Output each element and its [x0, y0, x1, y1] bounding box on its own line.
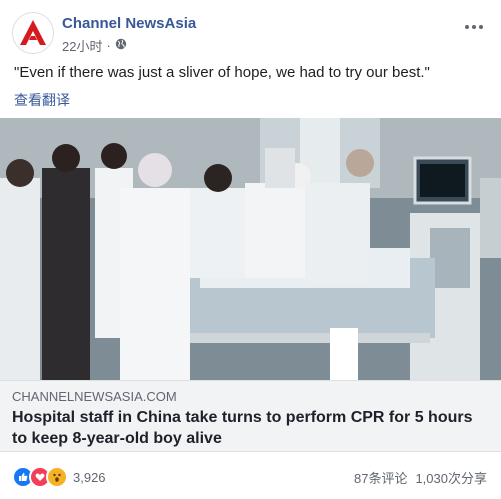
meta-separator: ·: [106, 38, 111, 53]
reactions-summary[interactable]: 3,926: [12, 466, 106, 488]
link-preview[interactable]: CHANNELNEWSASIA.COM Hospital staff in Ch…: [0, 380, 501, 452]
post-meta: 22小时 ·: [62, 36, 127, 55]
wow-reaction-icon: [46, 466, 68, 488]
page-name-link[interactable]: Channel NewsAsia: [62, 15, 196, 32]
shares-count-link[interactable]: 1,030次分享: [415, 468, 487, 487]
engagement-counts: 87条评论 1,030次分享: [354, 468, 487, 487]
comments-count-link[interactable]: 87条评论: [354, 468, 407, 487]
more-options-icon[interactable]: [464, 14, 484, 35]
channel-newsasia-logo[interactable]: [12, 12, 54, 54]
post-photo[interactable]: [0, 118, 501, 380]
post-timestamp[interactable]: 22小时: [62, 36, 102, 55]
reaction-count[interactable]: 3,926: [73, 470, 106, 485]
link-domain: CHANNELNEWSASIA.COM: [12, 389, 177, 404]
post-caption: "Even if there was just a sliver of hope…: [14, 64, 430, 81]
facebook-post: Channel NewsAsia 22小时 · "Even if there w…: [0, 0, 501, 499]
globe-icon[interactable]: [115, 38, 127, 53]
link-title[interactable]: Hospital staff in China take turns to pe…: [12, 407, 492, 449]
post-header: Channel NewsAsia 22小时 ·: [12, 12, 492, 56]
see-translation-link[interactable]: 查看翻译: [14, 90, 70, 110]
